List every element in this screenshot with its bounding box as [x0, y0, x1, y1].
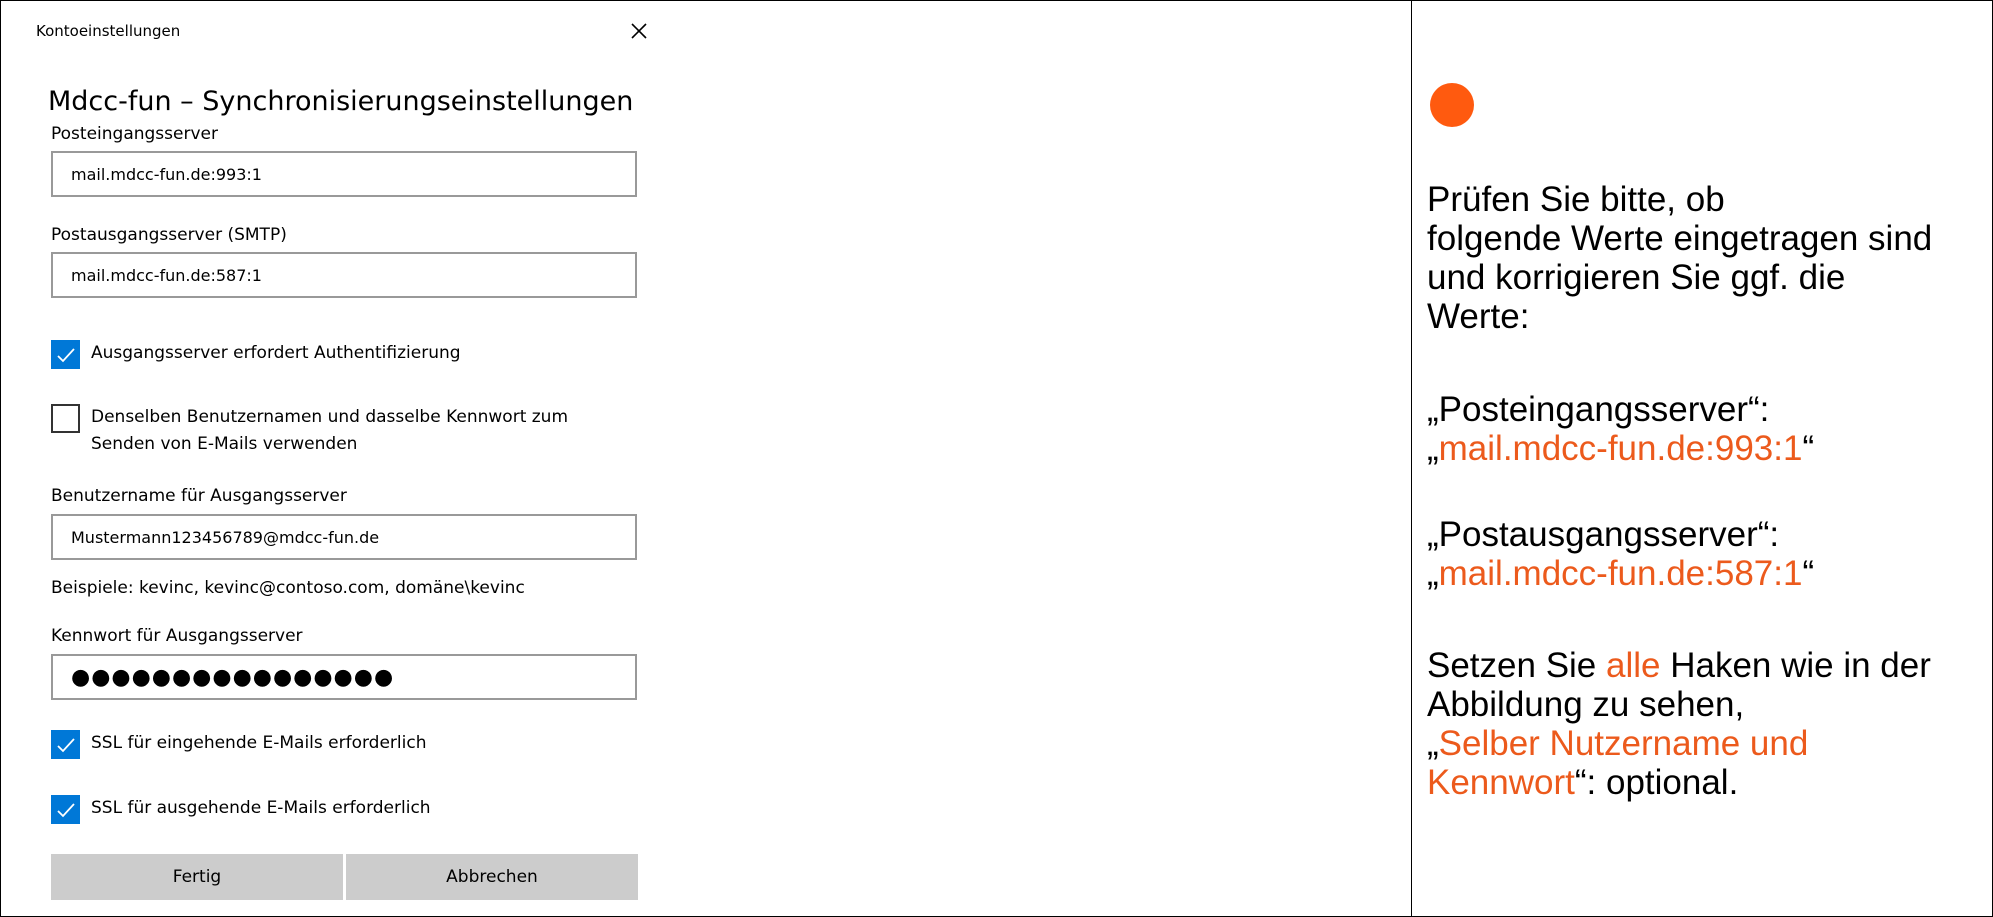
- checkbox-instruction-line-2: Abbildung zu sehen,: [1427, 685, 1745, 724]
- optional-line-2: Kennwort“: optional.: [1427, 763, 1987, 802]
- incoming-value: mail.mdcc-fun.de:993:1: [1438, 429, 1803, 468]
- ssl-outgoing-checkbox[interactable]: [51, 795, 80, 824]
- intro-line-3: und korrigieren Sie ggf. die: [1427, 258, 1846, 297]
- checkbox-instruction-line-1: Setzen Sie alle Haken wie in der: [1427, 646, 1987, 685]
- username-input[interactable]: [51, 514, 637, 560]
- incoming-heading: „Posteingangsserver“:: [1427, 390, 1770, 429]
- page-title: Mdcc-fun – Synchronisierungseinstellunge…: [48, 86, 634, 117]
- close-quote: “: [1802, 429, 1815, 468]
- outgoing-heading: „Postausgangsserver“:: [1427, 515, 1780, 554]
- panel-divider: [1411, 0, 1412, 917]
- username-label: Benutzername für Ausgangsserver: [51, 486, 347, 506]
- done-button[interactable]: Fertig: [51, 854, 343, 900]
- same-credentials-label-line1: Denselben Benutzernamen und dasselbe Ken…: [91, 407, 569, 427]
- checkbox-instruction-pre: Setzen Sie: [1427, 646, 1606, 685]
- auth-required-checkbox[interactable]: [51, 340, 80, 369]
- intro-line-4: Werte:: [1427, 297, 1530, 336]
- ssl-incoming-checkbox[interactable]: [51, 730, 80, 759]
- optional-line-1: „Selber Nutzername und: [1427, 724, 1987, 763]
- checkmark-icon: [57, 803, 75, 818]
- checkmark-icon: [57, 738, 75, 753]
- incoming-value-line: „mail.mdcc-fun.de:993:1“: [1427, 429, 1987, 468]
- auth-required-label: Ausgangsserver erfordert Authentifizieru…: [91, 343, 461, 363]
- intro-line-2: folgende Werte eingetragen sind: [1427, 219, 1933, 258]
- outgoing-value-line: „mail.mdcc-fun.de:587:1“: [1427, 554, 1987, 593]
- checkmark-icon: [57, 348, 75, 363]
- optional-accent-1: Selber Nutzername und: [1438, 724, 1809, 763]
- outgoing-server-label: Postausgangsserver (SMTP): [51, 225, 287, 245]
- incoming-server-label: Posteingangsserver: [51, 124, 218, 144]
- outgoing-value: mail.mdcc-fun.de:587:1: [1438, 554, 1803, 593]
- ssl-incoming-label: SSL für eingehende E-Mails erforderlich: [91, 733, 427, 753]
- same-credentials-label-line2: Senden von E-Mails verwenden: [91, 434, 358, 454]
- open-quote: „: [1427, 429, 1439, 468]
- checkbox-instruction-accent: alle: [1606, 646, 1661, 685]
- password-input[interactable]: [51, 654, 637, 700]
- window-title: Kontoeinstellungen: [36, 22, 181, 40]
- close-icon: [631, 23, 647, 39]
- incoming-server-input[interactable]: [51, 151, 637, 197]
- outgoing-server-input[interactable]: [51, 252, 637, 298]
- username-hint: Beispiele: kevinc, kevinc@contoso.com, d…: [51, 578, 525, 598]
- password-label: Kennwort für Ausgangsserver: [51, 626, 303, 646]
- optional-accent-2: Kennwort: [1427, 763, 1575, 802]
- cancel-button[interactable]: Abbrechen: [346, 854, 638, 900]
- optional-post: “: optional.: [1574, 763, 1739, 802]
- same-credentials-checkbox[interactable]: [51, 404, 80, 433]
- orange-dot-icon: [1430, 83, 1474, 127]
- open-quote: „: [1427, 724, 1439, 763]
- close-quote: “: [1802, 554, 1815, 593]
- open-quote: „: [1427, 554, 1439, 593]
- close-button[interactable]: [626, 18, 652, 44]
- ssl-outgoing-label: SSL für ausgehende E-Mails erforderlich: [91, 798, 431, 818]
- intro-line-1: Prüfen Sie bitte, ob: [1427, 180, 1725, 219]
- checkbox-instruction-post: Haken wie in der: [1660, 646, 1931, 685]
